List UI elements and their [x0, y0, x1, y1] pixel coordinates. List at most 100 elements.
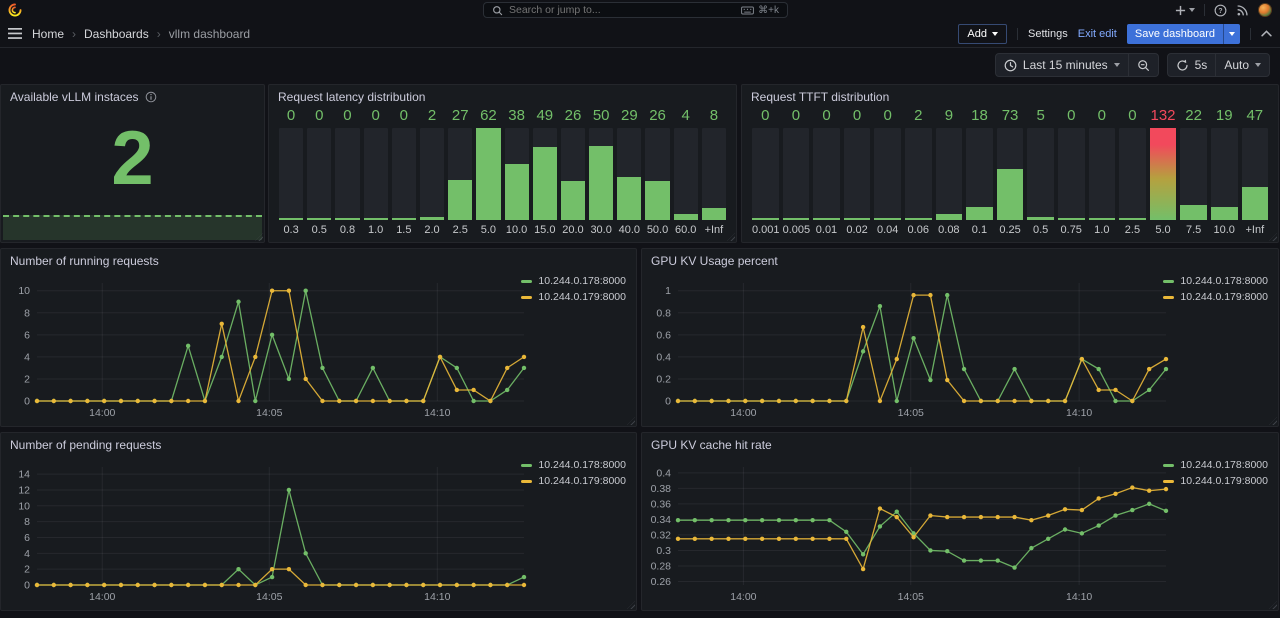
bar-column: 01.0	[1089, 107, 1116, 237]
search-input[interactable]	[509, 4, 735, 16]
breadcrumb-dashboards[interactable]: Dashboards	[84, 27, 149, 41]
bar-category-label: 0.5	[307, 220, 331, 237]
search-bar[interactable]: ⌘+k	[483, 2, 788, 18]
bar-column: 00.001	[752, 107, 779, 237]
panel-resize-handle[interactable]	[727, 233, 735, 241]
panel-title: GPU KV Usage percent	[651, 254, 778, 268]
search-icon	[492, 5, 503, 16]
bar-fill	[561, 181, 585, 220]
bar-column: 00.75	[1058, 107, 1085, 237]
y-axis-tick: 6	[24, 532, 30, 544]
grafana-logo[interactable]	[8, 3, 22, 17]
user-avatar[interactable]	[1258, 3, 1272, 17]
bar-track	[997, 128, 1024, 220]
breadcrumb-toolbar: Home › Dashboards › vllm dashboard Add S…	[0, 20, 1280, 48]
news-icon[interactable]	[1236, 4, 1249, 17]
data-point	[911, 535, 915, 539]
data-point	[777, 399, 781, 403]
bar-category-label: 0.25	[997, 220, 1024, 237]
save-options-toggle[interactable]	[1223, 24, 1240, 44]
bar-fill	[476, 128, 500, 220]
help-icon[interactable]: ?	[1214, 4, 1227, 17]
panel-header[interactable]: GPU KV cache hit rate	[642, 433, 1278, 455]
legend-swatch	[1163, 280, 1174, 283]
bar-column: 180.1	[966, 107, 993, 237]
data-point	[35, 399, 39, 403]
legend-label: 10.244.0.179:8000	[1180, 475, 1268, 487]
bar-category-label: 0.1	[966, 220, 993, 237]
bar-track	[307, 128, 331, 220]
panel-header[interactable]: Number of running requests	[1, 249, 636, 271]
zoom-out-button[interactable]	[1128, 54, 1158, 76]
x-axis-tick: 14:05	[256, 407, 282, 419]
data-point	[455, 366, 459, 370]
add-new-button[interactable]	[1175, 5, 1195, 16]
data-point	[68, 583, 72, 587]
panel-header[interactable]: Available vLLM instaces	[1, 85, 264, 107]
panel-header[interactable]: Request latency distribution	[269, 85, 736, 107]
data-point	[186, 399, 190, 403]
data-point	[996, 399, 1000, 403]
x-axis-tick: 14:10	[1066, 407, 1092, 419]
y-axis-tick: 1	[665, 285, 671, 297]
legend-item[interactable]: 10.244.0.179:8000	[1163, 291, 1268, 303]
panel-header[interactable]: Request TTFT distribution	[742, 85, 1278, 107]
add-button[interactable]: Add	[958, 24, 1007, 44]
bar-column: 625.0	[476, 107, 500, 237]
data-point	[236, 583, 240, 587]
data-point	[371, 399, 375, 403]
bar-category-label: 0.06	[905, 220, 932, 237]
collapse-toolbar-icon[interactable]	[1261, 30, 1272, 37]
data-point	[522, 366, 526, 370]
data-point	[844, 399, 848, 403]
data-point	[337, 399, 341, 403]
data-point	[253, 355, 257, 359]
bar-category-label: 0.001	[752, 220, 779, 237]
data-point	[387, 399, 391, 403]
auto-refresh-picker[interactable]: Auto	[1215, 54, 1269, 76]
bar-category-label: 15.0	[533, 220, 557, 237]
refresh-group: 5s Auto	[1167, 53, 1270, 77]
legend-item[interactable]: 10.244.0.178:8000	[1163, 275, 1268, 287]
legend-item[interactable]: 10.244.0.179:8000	[1163, 475, 1268, 487]
y-axis-tick: 10	[18, 285, 30, 297]
time-range-picker[interactable]: Last 15 minutes	[996, 54, 1128, 76]
bar-fill	[752, 218, 779, 220]
panel-request-ttft-distribution: Request TTFT distribution 00.00100.00500…	[741, 84, 1279, 243]
save-dashboard-button[interactable]: Save dashboard	[1127, 24, 1240, 44]
exit-edit-button[interactable]: Exit edit	[1078, 28, 1117, 40]
y-axis-tick: 0.38	[651, 483, 672, 495]
legend-item[interactable]: 10.244.0.179:8000	[521, 291, 626, 303]
data-point	[1029, 546, 1033, 550]
panel-number-of-running-requests: Number of running requests 024681014:001…	[0, 248, 637, 427]
settings-button[interactable]: Settings	[1028, 28, 1068, 40]
legend-item[interactable]: 10.244.0.178:8000	[521, 459, 626, 471]
data-point	[186, 344, 190, 348]
data-point	[186, 583, 190, 587]
data-point	[945, 378, 949, 382]
y-axis-tick: 8	[24, 307, 30, 319]
legend-item[interactable]: 10.244.0.178:8000	[521, 275, 626, 287]
data-point	[421, 399, 425, 403]
data-point	[945, 293, 949, 297]
refresh-button[interactable]: 5s	[1168, 54, 1216, 76]
auto-label: Auto	[1224, 58, 1249, 72]
legend-item[interactable]: 10.244.0.179:8000	[521, 475, 626, 487]
refresh-icon	[1176, 59, 1189, 72]
data-point	[102, 399, 106, 403]
bar-fill	[1027, 217, 1054, 220]
breadcrumb-home[interactable]: Home	[32, 27, 64, 41]
panel-header[interactable]: Number of pending requests	[1, 433, 636, 455]
data-point	[270, 289, 274, 293]
data-point	[945, 515, 949, 519]
legend-label: 10.244.0.178:8000	[1180, 275, 1268, 287]
data-point	[371, 366, 375, 370]
info-icon[interactable]	[145, 91, 157, 103]
legend-item[interactable]: 10.244.0.178:8000	[1163, 459, 1268, 471]
menu-icon[interactable]	[8, 28, 22, 39]
bar-value: 9	[936, 107, 963, 126]
panel-resize-handle[interactable]	[1269, 233, 1277, 241]
data-point	[1147, 488, 1151, 492]
data-point	[203, 583, 207, 587]
panel-header[interactable]: GPU KV Usage percent	[642, 249, 1278, 271]
